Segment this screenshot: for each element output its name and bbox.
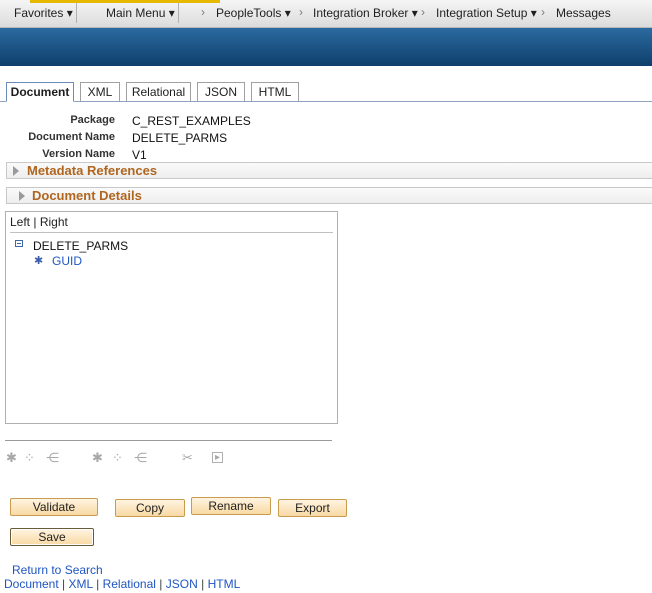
breadcrumb-messages[interactable]: Messages [556,6,611,20]
menu-separator [76,3,77,23]
tree-navigation: Left | Right [10,215,68,229]
breadcrumb-peopletools[interactable]: PeopleTools ▾ [216,6,291,20]
link-separator: | [201,577,205,591]
dropdown-arrow-icon: ▾ [530,6,537,20]
element-icon: ✱ [34,255,44,267]
favorites-menu[interactable]: Favorites ▾ [14,6,73,20]
package-label: Package [70,114,115,126]
tab-json[interactable]: JSON [197,82,245,101]
breadcrumb-integration-setup[interactable]: Integration Setup ▾ [436,6,537,20]
chevron-right-icon: › [541,5,545,19]
version-name-label: Version Name [42,148,115,160]
add-sibling-icon[interactable]: ⋲ [46,450,59,466]
add-child-icon[interactable]: ⁘ [24,450,35,466]
main-menu[interactable]: Main Menu ▾ [106,6,175,20]
link-separator: | [159,577,163,591]
favorites-label: Favorites [14,6,64,20]
collapse-icon[interactable] [15,240,23,247]
version-name-value: V1 [132,148,147,162]
link-separator: | [62,577,66,591]
tree-divider: | [33,215,37,229]
dropdown-arrow-icon: ▾ [284,6,291,20]
tree-root-node[interactable]: DELETE_PARMS [33,239,128,253]
tab-document[interactable]: Document [6,82,74,102]
breadcrumb-label: Integration Broker [313,6,409,20]
link-document[interactable]: Document [4,577,59,591]
validate-button[interactable]: Validate [10,498,98,516]
copy-button[interactable]: Copy [115,499,185,517]
dropdown-arrow-icon: ▾ [411,6,418,20]
breadcrumb-label: PeopleTools [216,6,282,20]
export-button[interactable]: Export [278,499,347,517]
tree-left-link[interactable]: Left [10,215,30,229]
link-xml[interactable]: XML [69,577,93,591]
tree-divider-line [10,232,333,233]
link-separator: | [96,577,100,591]
bottom-tab-links: Document | XML | Relational | JSON | HTM… [4,577,240,591]
link-json[interactable]: JSON [166,577,198,591]
insert-icon[interactable]: ▸ [212,452,223,463]
tree-right-link[interactable]: Right [40,215,68,229]
link-html[interactable]: HTML [208,577,241,591]
chevron-right-icon: › [299,5,303,19]
expand-icon [19,191,25,201]
document-details-section[interactable]: Document Details [6,187,652,204]
rename-button[interactable]: Rename [191,497,271,515]
tab-bar: Document XML Relational JSON HTML [0,82,652,102]
metadata-references-section[interactable]: Metadata References [6,162,652,179]
breadcrumb-integration-broker[interactable]: Integration Broker ▾ [313,6,418,20]
package-value: C_REST_EXAMPLES [132,114,251,128]
menu-separator [178,3,179,23]
tab-xml[interactable]: XML [80,82,120,101]
chevron-right-icon: › [421,5,425,19]
highlight-strip [30,0,220,3]
dropdown-arrow-icon: ▾ [66,6,73,20]
tab-relational[interactable]: Relational [126,82,191,101]
cut-icon[interactable]: ✂ [182,450,193,466]
toolbar-divider [5,440,332,441]
save-button[interactable]: Save [10,528,94,546]
tree-child-node[interactable]: GUID [52,254,82,268]
section-title: Document Details [32,188,142,203]
add-element-after-icon[interactable]: ✱ [92,450,103,466]
dropdown-arrow-icon: ▾ [168,6,175,20]
breadcrumb-label: Integration Setup [436,6,528,20]
header-banner [0,28,652,66]
document-name-value: DELETE_PARMS [132,131,228,145]
add-child-after-icon[interactable]: ⁘ [112,450,123,466]
add-element-icon[interactable]: ✱ [6,450,17,466]
tab-html[interactable]: HTML [251,82,299,101]
chevron-right-icon: › [201,5,205,19]
document-tree-panel: Left | Right DELETE_PARMS ✱ GUID [5,211,338,424]
return-to-search-link[interactable]: Return to Search [12,563,103,577]
section-title: Metadata References [27,163,158,178]
main-menu-label: Main Menu [106,6,166,20]
top-navigation-bar: Favorites ▾ Main Menu ▾ › PeopleTools ▾ … [0,0,652,28]
link-relational[interactable]: Relational [103,577,156,591]
add-sibling-after-icon[interactable]: ⋲ [134,450,147,466]
expand-icon [13,166,19,176]
document-name-label: Document Name [28,131,115,143]
